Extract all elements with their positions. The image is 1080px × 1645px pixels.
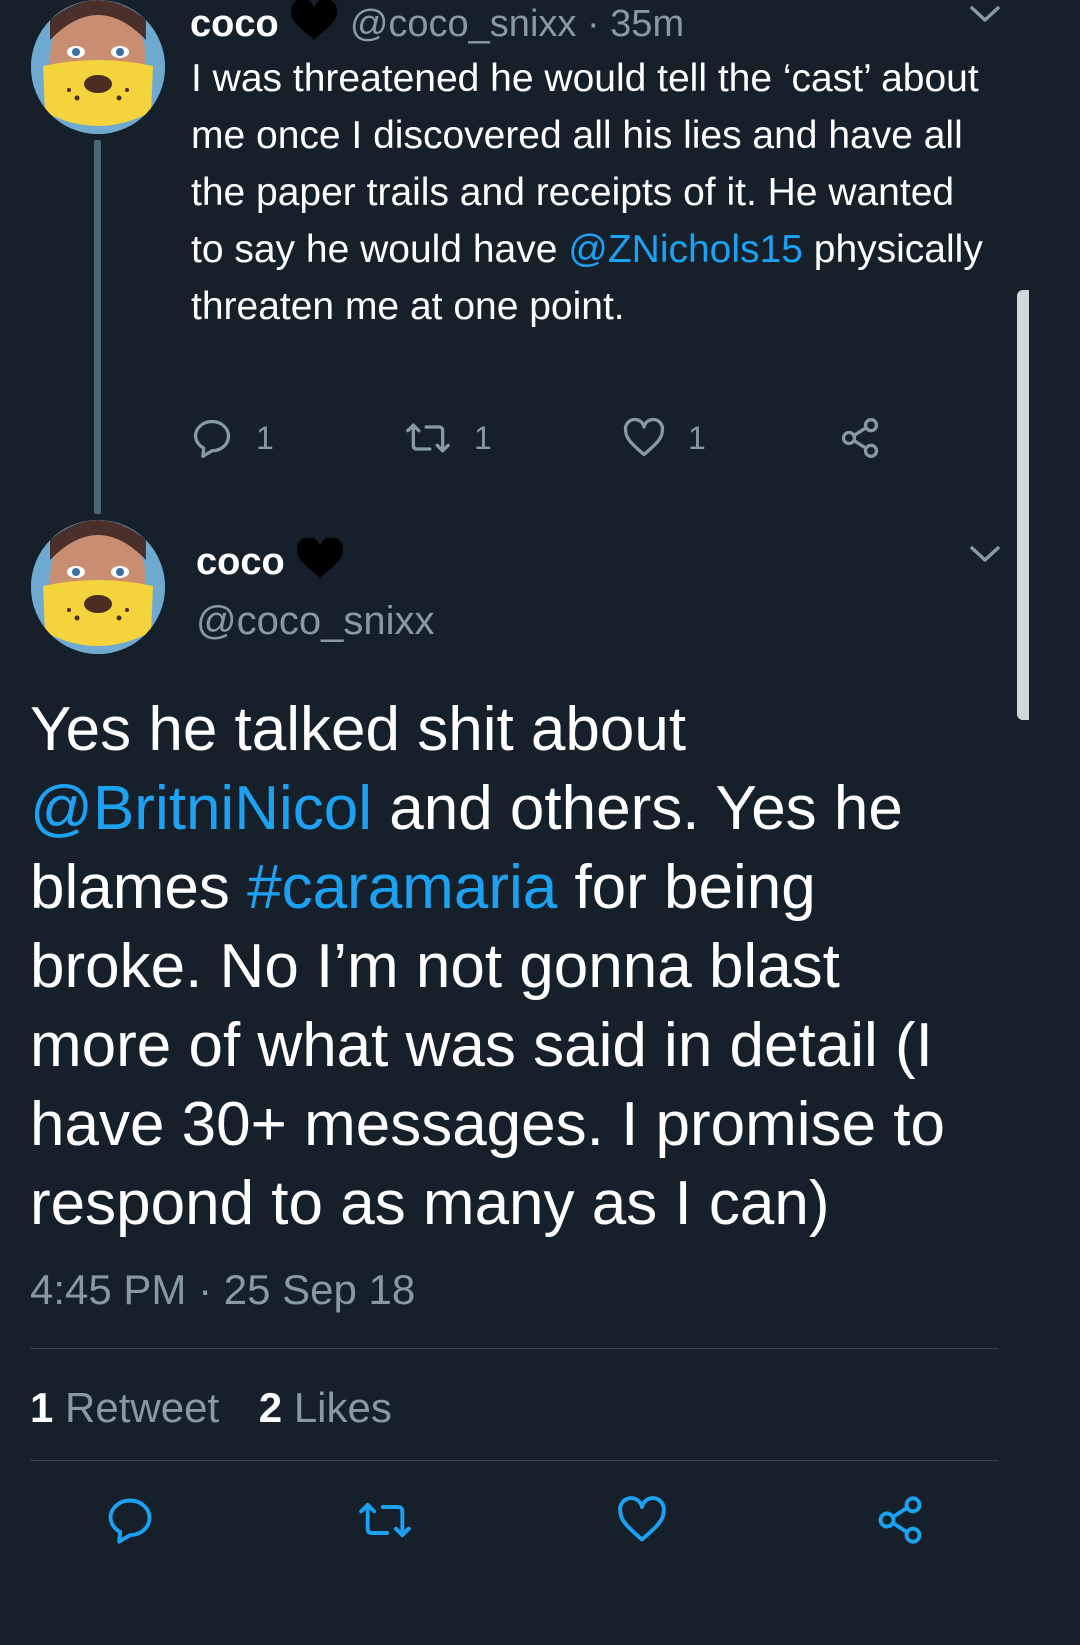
share-button[interactable] <box>838 416 882 460</box>
handle[interactable]: @coco_snixx <box>350 3 577 45</box>
mention-link[interactable]: @BritniNicol <box>30 774 372 843</box>
divider <box>30 1460 998 1461</box>
handle[interactable]: @coco_snixx <box>196 598 434 644</box>
tweet-actions: 1 1 1 <box>190 416 890 464</box>
retweet-icon <box>406 423 450 453</box>
share-icon <box>841 418 879 458</box>
like-icon <box>618 1496 666 1542</box>
like-count: 1 <box>688 419 706 456</box>
retweet-stat-count: 1 <box>30 1384 54 1431</box>
avatar[interactable] <box>31 520 165 654</box>
tweet-stats: 1 Retweet 2 Likes <box>30 1382 420 1434</box>
divider <box>30 1348 998 1349</box>
scrollbar[interactable] <box>1017 290 1029 720</box>
mention-link[interactable]: @ZNichols15 <box>568 228 803 271</box>
reply-button[interactable] <box>104 1494 156 1546</box>
like-stat[interactable]: 2 Likes <box>259 1384 392 1431</box>
tweet-timestamp[interactable]: 4:45 PM · 25 Sep 18 <box>30 1264 415 1316</box>
display-name[interactable]: coco <box>196 541 285 583</box>
reply-icon <box>108 1498 152 1544</box>
heart-badge-icon <box>295 536 345 590</box>
tweet-header: coco <box>196 536 345 590</box>
like-button[interactable] <box>616 1494 668 1546</box>
share-button[interactable] <box>874 1494 926 1546</box>
reply-button[interactable]: 1 <box>190 416 274 460</box>
like-stat-count: 2 <box>258 1384 283 1431</box>
reply-count: 1 <box>256 419 274 456</box>
tweet-text: Yes he talked shit about @BritniNicol an… <box>30 690 990 1243</box>
like-stat-label: Likes <box>293 1384 392 1431</box>
tweet-text: I was threatened he would tell the ‘cast… <box>191 50 991 335</box>
avatar[interactable] <box>31 0 165 134</box>
heart-badge-icon <box>289 0 339 52</box>
avatar-image <box>31 0 165 134</box>
tweet-header: coco @coco_snixx · 35m <box>190 0 684 52</box>
hashtag-link[interactable]: #caramaria <box>247 853 557 922</box>
retweet-stat-label: Retweet <box>65 1384 220 1431</box>
retweet-button[interactable] <box>356 1494 414 1546</box>
share-icon <box>878 1496 922 1544</box>
tweet-actions <box>0 1494 1029 1554</box>
display-name[interactable]: coco <box>190 3 279 45</box>
retweet-stat[interactable]: 1 Retweet <box>30 1384 219 1431</box>
retweet-count: 1 <box>474 419 492 456</box>
dot-separator: · <box>586 3 600 46</box>
tweet-age[interactable]: 35m <box>610 3 684 45</box>
chevron-down-icon[interactable] <box>968 2 1002 31</box>
chevron-down-icon[interactable] <box>968 542 1002 571</box>
thread-line <box>94 140 101 514</box>
retweet-button[interactable]: 1 <box>404 416 492 460</box>
like-button[interactable]: 1 <box>622 416 706 460</box>
reply-icon <box>193 419 231 458</box>
retweet-icon <box>359 1502 411 1538</box>
like-icon <box>623 417 665 457</box>
tweet-text-part: Yes he talked shit about <box>30 695 687 764</box>
avatar-image <box>31 520 165 654</box>
